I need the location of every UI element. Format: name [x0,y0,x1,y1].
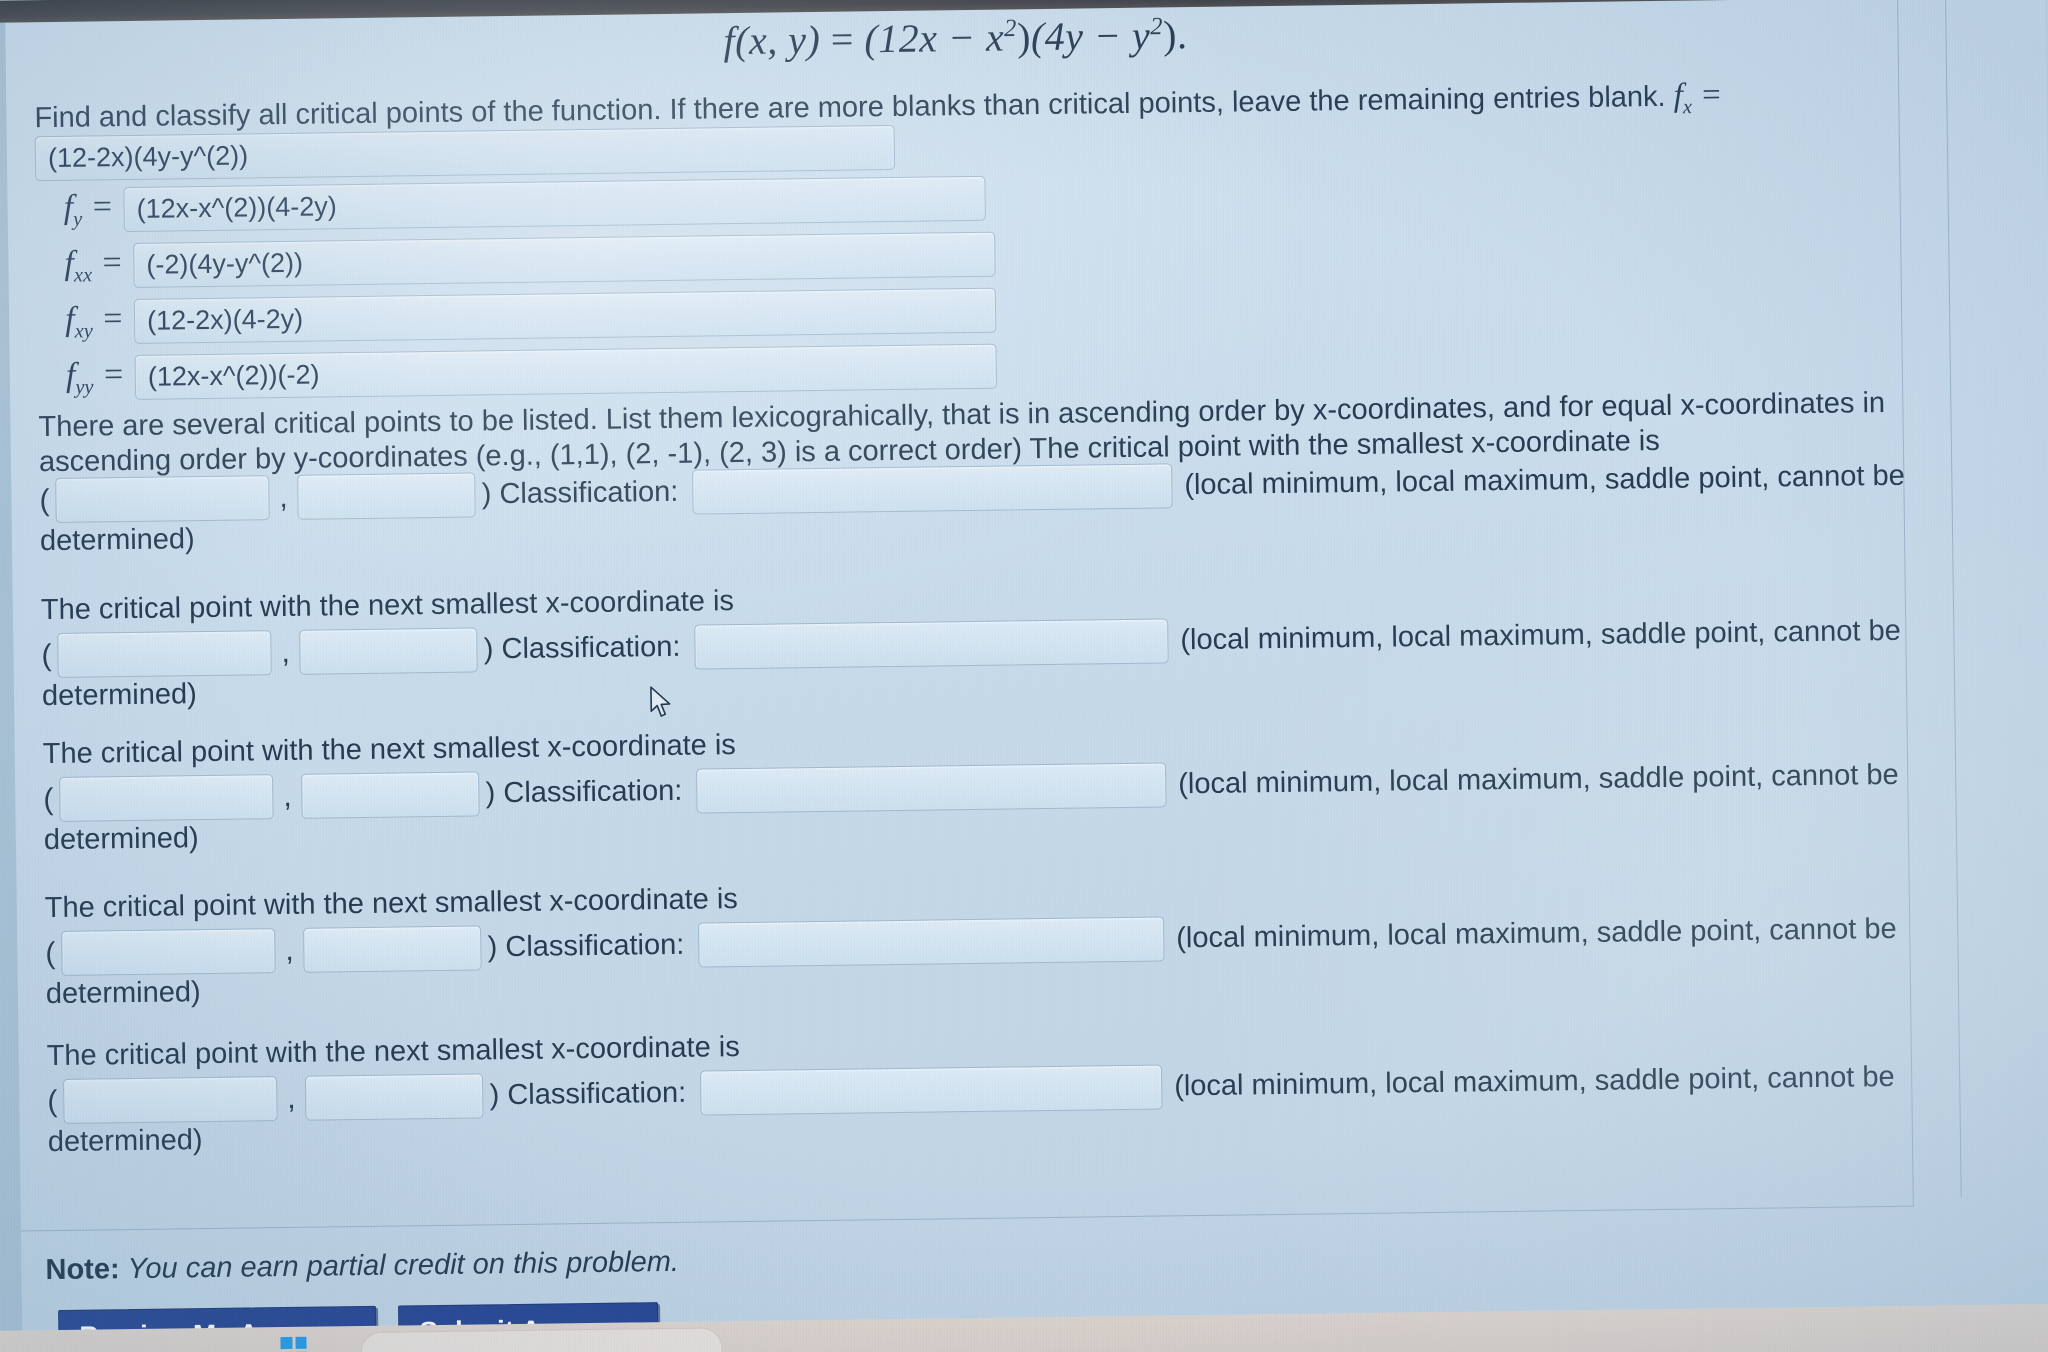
windows-logo-icon[interactable] [280,1336,307,1352]
critical-point-y-input-1[interactable] [297,472,477,520]
fxx-input[interactable] [133,231,996,288]
critical-point-block-5: The critical point with the next smalles… [47,1015,1948,1159]
fx-inline-equals: = [1699,77,1723,114]
screen-photo: f(x, y) = (12x − x2)(4y − y2). Find and … [0,0,2048,1352]
classification-label-3: ) Classification: [485,774,683,810]
critical-point-y-input-2[interactable] [299,627,479,675]
classification-label-1: ) Classification: [481,475,679,511]
partial-credit-note: Note: You can earn partial credit on thi… [45,1246,679,1287]
fxx-label: fxx = [64,244,124,287]
formula-factor1-close: ) [1016,14,1032,60]
open-paren: ( [45,936,56,970]
classification-hint-1: (local minimum, local maximum, saddle po… [1184,459,1905,502]
derivative-row-fxy: fxy = [64,287,997,345]
note-text: You can earn partial credit on this prob… [127,1245,680,1286]
critical-point-block-3: The critical point with the next smalles… [43,713,1944,857]
critical-point-x-input-3[interactable] [59,774,274,822]
problem-content: f(x, y) = (12x − x2)(4y − y2). Find and … [5,0,2048,1352]
open-paren: ( [47,1084,58,1118]
fxy-label: fxy = [64,300,125,343]
classification-label-4: ) Classification: [487,928,685,964]
formula-factor2-close: ). [1162,12,1188,58]
comma-separator: , [279,480,288,514]
critical-point-block-4: The critical point with the next smalles… [45,867,1946,1011]
critical-point-x-input-1[interactable] [55,475,270,523]
taskbar-search-input[interactable] [360,1327,723,1352]
formula-f: f [723,18,736,64]
classification-input-5[interactable] [699,1064,1163,1116]
classification-input-2[interactable] [694,618,1169,670]
fxy-input[interactable] [133,287,997,344]
classification-hint-5: (local minimum, local maximum, saddle po… [1173,1060,1895,1103]
classification-input-1[interactable] [692,463,1173,515]
fx-inline-label: fx [1673,77,1693,119]
formula-exp1: 2 [1003,15,1018,43]
comma-separator: , [285,933,294,967]
comma-separator: , [287,1081,296,1115]
webwork-page: f(x, y) = (12x − x2)(4y − y2). Find and … [5,0,2048,1352]
classification-hint-2: (local minimum, local maximum, saddle po… [1180,614,1901,657]
comma-separator: , [283,779,292,813]
classification-input-4[interactable] [698,916,1165,968]
fyy-input[interactable] [134,343,998,400]
open-paren: ( [41,638,52,672]
formula-factor2: (4y − y [1030,12,1151,60]
classification-label-2: ) Classification: [483,630,681,666]
open-paren: ( [43,782,54,816]
classification-label-5: ) Classification: [489,1076,687,1112]
classification-hint-3: (local minimum, local maximum, saddle po… [1178,758,1899,801]
derivative-row-fy: fy = [63,175,986,233]
fy-label: fy = [63,188,114,231]
formula-factor1: (12x − x [864,14,1005,62]
screen-surface: f(x, y) = (12x − x2)(4y − y2). Find and … [0,0,2048,1352]
classification-input-3[interactable] [696,762,1167,814]
critical-point-x-input-2[interactable] [57,630,272,678]
critical-point-x-input-4[interactable] [61,928,276,976]
open-paren: ( [39,483,50,517]
comma-separator: , [281,635,291,669]
critical-point-y-input-3[interactable] [301,771,480,819]
classification-hint-4: (local minimum, local maximum, saddle po… [1176,912,1897,955]
formula-exp2: 2 [1149,13,1164,41]
critical-point-y-input-4[interactable] [303,925,482,973]
derivative-row-fyy: fyy = [65,343,998,401]
formula-equals: = [830,16,855,62]
critical-point-y-input-5[interactable] [305,1073,484,1121]
derivative-row-fxx: fxx = [64,231,996,289]
note-label: Note: [45,1253,120,1287]
critical-point-x-input-5[interactable] [63,1076,278,1124]
fy-input[interactable] [123,175,986,233]
critical-point-block-2: The critical point with the next smalles… [41,569,1942,713]
fyy-label: fyy = [65,356,126,399]
formula-args: (x, y) [734,16,821,64]
